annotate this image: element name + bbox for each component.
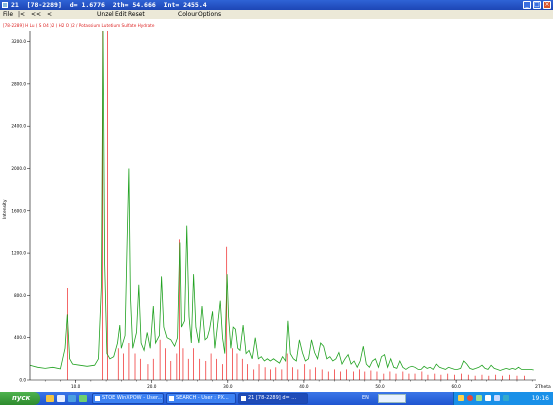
menu-edit[interactable]: Edit [115, 10, 127, 19]
quick-launch-app-icon[interactable] [79, 395, 87, 402]
y-tick-label: 0.0 [19, 378, 26, 383]
tray-volume-icon[interactable] [485, 395, 491, 401]
clock: 19:16 [531, 395, 549, 402]
x-axis-label: 2Theta [535, 384, 551, 390]
y-tick-label: 1600.0 [11, 208, 26, 213]
tray-app-icon[interactable] [458, 395, 464, 401]
task-search[interactable]: SEARCH - User : PX... [166, 393, 236, 404]
x-tick-label: 10.0 [71, 384, 81, 389]
y-tick-label: 2400.0 [11, 124, 26, 129]
reference-sticks [67, 31, 525, 380]
y-tick-label: 2800.0 [11, 81, 26, 86]
menu-options[interactable]: Options [198, 10, 221, 19]
x-tick-label: 40.0 [299, 384, 309, 389]
quick-launch-desktop-icon[interactable] [57, 395, 65, 402]
language-indicator[interactable]: EN [362, 394, 369, 403]
y-tick-label: 1200.0 [11, 251, 26, 256]
app-icon [2, 2, 8, 8]
task-pattern-window[interactable]: 21 [78-2289] d= ... [238, 393, 308, 404]
reference-phase-label: [78-2289] H Lu ( S O4 )2 ( H2 O )2 / Pot… [3, 23, 155, 28]
menu-file[interactable]: File [3, 10, 13, 19]
y-tick-label: 3200.0 [11, 39, 26, 44]
system-tray: 19:16 [453, 392, 553, 405]
x-tick-label: 20.0 [147, 384, 157, 389]
y-tick-label: 2000.0 [11, 166, 26, 171]
minimize-button[interactable]: _ [523, 1, 531, 9]
window-icon [241, 396, 246, 401]
pattern-line [29, 30, 534, 371]
window-icon [95, 396, 100, 401]
window-title: 21 [78-2289] d= 1.6776 2th= 54.666 Int= … [11, 1, 207, 9]
tray-display-icon[interactable] [494, 395, 500, 401]
menu-unzel[interactable]: Unzel [97, 10, 114, 19]
pattern-chart: 0.0 400.0 800.0 1200.0 1600.0 2000.0 2400.0 280… [2, 23, 551, 390]
quick-launch-folder-icon[interactable] [46, 395, 54, 402]
menu-bar: File |< << < Unzel Edit Reset Colour Opt… [0, 10, 553, 19]
menu-colour[interactable]: Colour [178, 10, 197, 19]
y-axis-ticks: 0.0 400.0 800.0 1200.0 1600.0 2000.0 2400.0 280… [11, 39, 30, 383]
quick-launch-browser-icon[interactable] [68, 395, 76, 402]
menu-prev[interactable]: < [47, 10, 52, 19]
language-bar[interactable] [378, 394, 406, 403]
y-tick-label: 800.0 [14, 293, 26, 298]
tray-security-icon[interactable] [503, 395, 509, 401]
y-tick-label: 400.0 [14, 335, 26, 340]
maximize-button[interactable]: □ [533, 1, 541, 9]
window-icon [169, 396, 174, 401]
close-button[interactable]: × [543, 1, 551, 9]
task-stoe-winxpow[interactable]: STOE WinXPOW - User... [92, 393, 164, 404]
x-tick-label: 50.0 [375, 384, 385, 389]
x-tick-label: 60.0 [451, 384, 461, 389]
title-bar: 21 [78-2289] d= 1.6776 2th= 54.666 Int= … [0, 0, 553, 10]
menu-first[interactable]: |< [18, 10, 25, 19]
tray-network-icon[interactable] [476, 395, 482, 401]
diffraction-plot: 0.0 400.0 800.0 1200.0 1600.0 2000.0 2400.0 280… [0, 19, 553, 392]
x-tick-label: 30.0 [223, 384, 233, 389]
start-button[interactable]: пуск [0, 392, 40, 405]
menu-prev-fast[interactable]: << [31, 10, 41, 19]
taskbar: пуск STOE WinXPOW - User... SEARCH - Use… [0, 392, 553, 405]
y-axis-label: Intensity [2, 199, 8, 219]
start-label: пуск [12, 394, 31, 402]
menu-reset[interactable]: Reset [128, 10, 145, 19]
x-axis-ticks: 10.0 20.0 30.0 40.0 50.0 60.0 [45, 380, 533, 389]
tray-alert-icon[interactable] [467, 395, 473, 401]
